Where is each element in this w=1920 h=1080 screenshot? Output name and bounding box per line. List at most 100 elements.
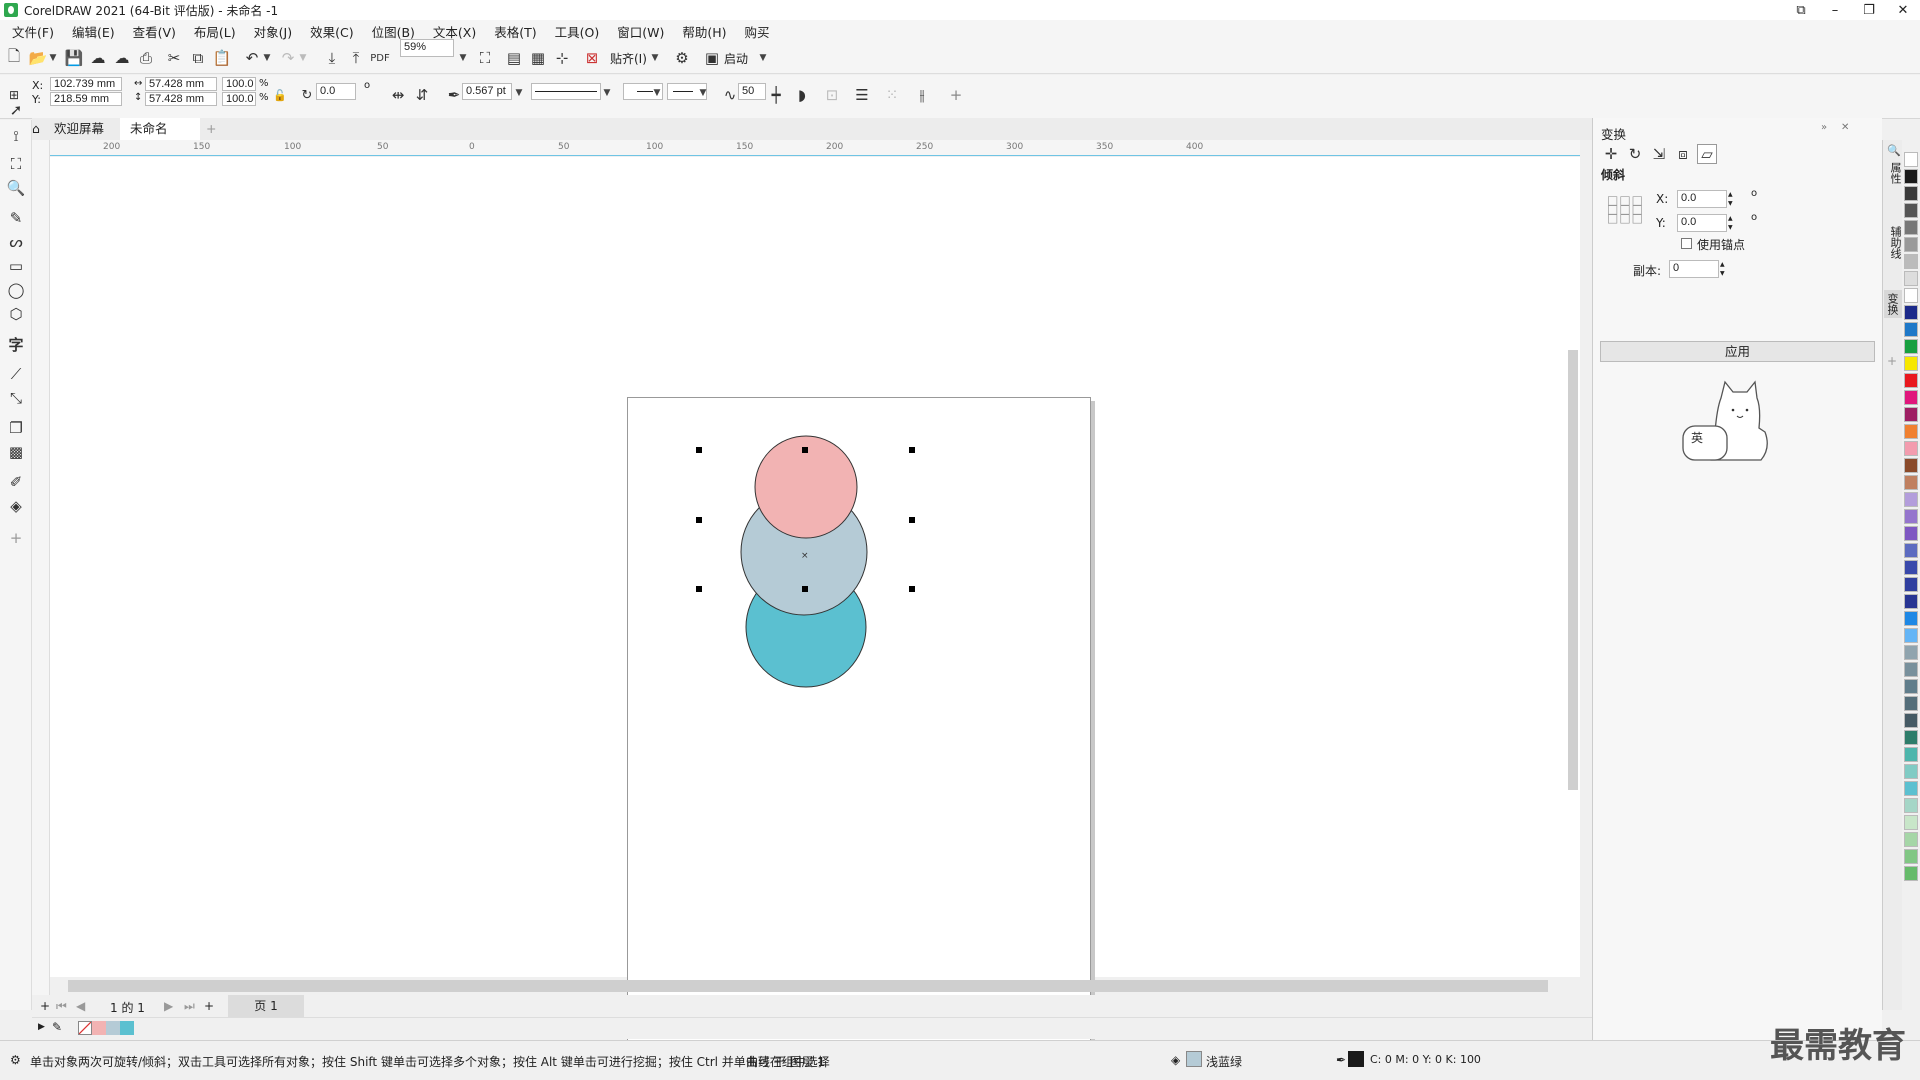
- rectangle-tool-icon[interactable]: ▭: [6, 256, 26, 276]
- smoothing-input[interactable]: 50: [738, 83, 766, 100]
- canvas-drawing[interactable]: ×: [50, 157, 1580, 977]
- tab-document[interactable]: 未命名 -1*: [120, 118, 200, 158]
- palette-swatch[interactable]: [1904, 305, 1918, 320]
- palette-swatch[interactable]: [1904, 458, 1918, 473]
- menu-buy[interactable]: 购买: [736, 22, 779, 41]
- first-page-icon[interactable]: ⏮: [56, 999, 67, 1014]
- add-docker-icon[interactable]: +: [1887, 354, 1897, 368]
- menu-view[interactable]: 查看(V): [124, 22, 185, 41]
- menu-text[interactable]: 文本(X): [424, 22, 485, 41]
- rotate-transform-icon[interactable]: ↻: [1625, 144, 1645, 164]
- palette-swatch[interactable]: [1904, 186, 1918, 201]
- undo-icon[interactable]: ↶: [242, 48, 262, 68]
- shape-tool-icon[interactable]: ⟟: [6, 126, 26, 146]
- drop-shadow-tool-icon[interactable]: ❐: [6, 418, 26, 438]
- palette-swatch[interactable]: [1904, 407, 1918, 422]
- scale-width-input[interactable]: 100.0: [222, 77, 256, 91]
- use-anchor-checkbox[interactable]: [1681, 238, 1692, 249]
- palette-swatch[interactable]: [1904, 237, 1918, 252]
- add-tab-icon[interactable]: +: [196, 118, 226, 140]
- text-tool-icon[interactable]: 字: [6, 334, 26, 354]
- arrange-icon[interactable]: ⁙: [882, 85, 902, 105]
- mirror-vertical-icon[interactable]: ⇵: [412, 85, 432, 105]
- tab-guidelines[interactable]: 辅助线: [1887, 226, 1903, 259]
- palette-swatch[interactable]: [1904, 679, 1918, 694]
- menu-help[interactable]: 帮助(H): [673, 22, 735, 41]
- palette-swatch[interactable]: [1904, 713, 1918, 728]
- add-page-after-icon[interactable]: +: [204, 999, 214, 1013]
- palette-swatch[interactable]: [1904, 645, 1918, 660]
- palette-swatch[interactable]: [1904, 832, 1918, 847]
- save-icon[interactable]: 💾: [64, 48, 84, 68]
- pick-tool-icon[interactable]: ➚: [6, 100, 26, 120]
- palette-swatch[interactable]: [1904, 390, 1918, 405]
- line-style-dropdown-icon[interactable]: ▼: [600, 83, 614, 103]
- full-screen-icon[interactable]: ⛶: [475, 48, 495, 68]
- palette-swatch[interactable]: [1904, 271, 1918, 286]
- palette-swatch[interactable]: [1904, 441, 1918, 456]
- cut-icon[interactable]: ✂: [164, 48, 184, 68]
- palette-expand-icon[interactable]: ▶: [38, 1022, 45, 1032]
- outline-width-input[interactable]: 0.567 pt: [462, 83, 512, 100]
- snap-off-icon[interactable]: ⊠: [582, 48, 602, 68]
- palette-swatch[interactable]: [1904, 594, 1918, 609]
- palette-swatch[interactable]: [1904, 798, 1918, 813]
- palette-swatch[interactable]: [1904, 628, 1918, 643]
- drawing-workspace[interactable]: ×: [50, 157, 1580, 1053]
- palette-swatch[interactable]: [1904, 288, 1918, 303]
- fill-color-swatch[interactable]: [1186, 1051, 1202, 1067]
- menu-file[interactable]: 文件(F): [0, 22, 63, 41]
- vertical-scrollbar[interactable]: [1568, 350, 1578, 790]
- anchor-grid-icon[interactable]: □□□ □□□ □□□: [1607, 194, 1644, 224]
- horizontal-ruler[interactable]: 200 150 100 50 0 50 100 150 200 250 300 …: [50, 140, 1580, 156]
- outline-color-swatch[interactable]: [1348, 1051, 1364, 1067]
- palette-swatch[interactable]: [1904, 169, 1918, 184]
- palette-swatch[interactable]: [1904, 543, 1918, 558]
- height-input[interactable]: 57.428 mm: [145, 92, 217, 106]
- palette-swatch[interactable]: [1904, 475, 1918, 490]
- launch-dropdown-icon[interactable]: ▼: [756, 48, 770, 68]
- eyedropper-icon[interactable]: ✎: [52, 1020, 62, 1034]
- skew-transform-icon[interactable]: ▱: [1697, 144, 1717, 164]
- lock-ratio-icon[interactable]: 🔓: [270, 85, 290, 105]
- add-page-before-icon[interactable]: +: [40, 999, 50, 1013]
- gray-blue-swatch[interactable]: [106, 1021, 120, 1035]
- palette-swatch[interactable]: [1904, 849, 1918, 864]
- palette-swatch[interactable]: [1904, 730, 1918, 745]
- palette-swatch[interactable]: [1904, 220, 1918, 235]
- palette-swatch[interactable]: [1904, 764, 1918, 779]
- close-curve-icon[interactable]: ◗: [792, 85, 812, 105]
- crop-tool-icon[interactable]: ⛶: [6, 154, 26, 174]
- palette-swatch[interactable]: [1904, 203, 1918, 218]
- show-guidelines-icon[interactable]: ⊹: [552, 48, 572, 68]
- new-document-icon[interactable]: 🗋: [4, 47, 24, 68]
- copy-icon[interactable]: ⧉: [188, 48, 208, 68]
- position-transform-icon[interactable]: ✛: [1601, 144, 1621, 164]
- no-fill-swatch[interactable]: [78, 1021, 92, 1035]
- show-rulers-icon[interactable]: ▤: [504, 48, 524, 68]
- ellipse-tool-icon[interactable]: ◯: [6, 280, 26, 300]
- width-input[interactable]: 57.428 mm: [145, 77, 217, 91]
- tab-welcome[interactable]: 欢迎屏幕: [44, 118, 114, 140]
- menu-effects[interactable]: 效果(C): [301, 22, 362, 41]
- parallel-dimension-tool-icon[interactable]: ⟋: [6, 364, 26, 384]
- combine-icon[interactable]: ⊡: [822, 85, 842, 105]
- vertical-ruler[interactable]: [32, 140, 50, 1000]
- skew-y-input[interactable]: 0.0: [1677, 214, 1727, 232]
- zoom-tool-icon[interactable]: 🔍: [6, 178, 26, 198]
- launch-icon[interactable]: ▣: [702, 48, 722, 68]
- palette-swatch[interactable]: [1904, 356, 1918, 371]
- smoothing-slider-icon[interactable]: ┿: [766, 85, 786, 105]
- end-arrow-dropdown-icon[interactable]: ▼: [696, 83, 710, 103]
- menu-edit[interactable]: 编辑(E): [63, 22, 124, 41]
- palette-swatch[interactable]: [1904, 560, 1918, 575]
- add-toolbar-item-icon[interactable]: +: [946, 85, 966, 105]
- connector-tool-icon[interactable]: ⤡: [6, 388, 26, 408]
- horizontal-scrollbar[interactable]: [68, 980, 1548, 992]
- pink-swatch[interactable]: [92, 1021, 106, 1035]
- redo-dropdown-icon[interactable]: ▼: [296, 48, 310, 68]
- prev-page-icon[interactable]: ◀: [76, 999, 85, 1013]
- cloud-upload-icon[interactable]: ☁: [88, 48, 108, 68]
- scale-height-input[interactable]: 100.0: [222, 92, 256, 106]
- home-icon[interactable]: ⌂: [26, 118, 46, 140]
